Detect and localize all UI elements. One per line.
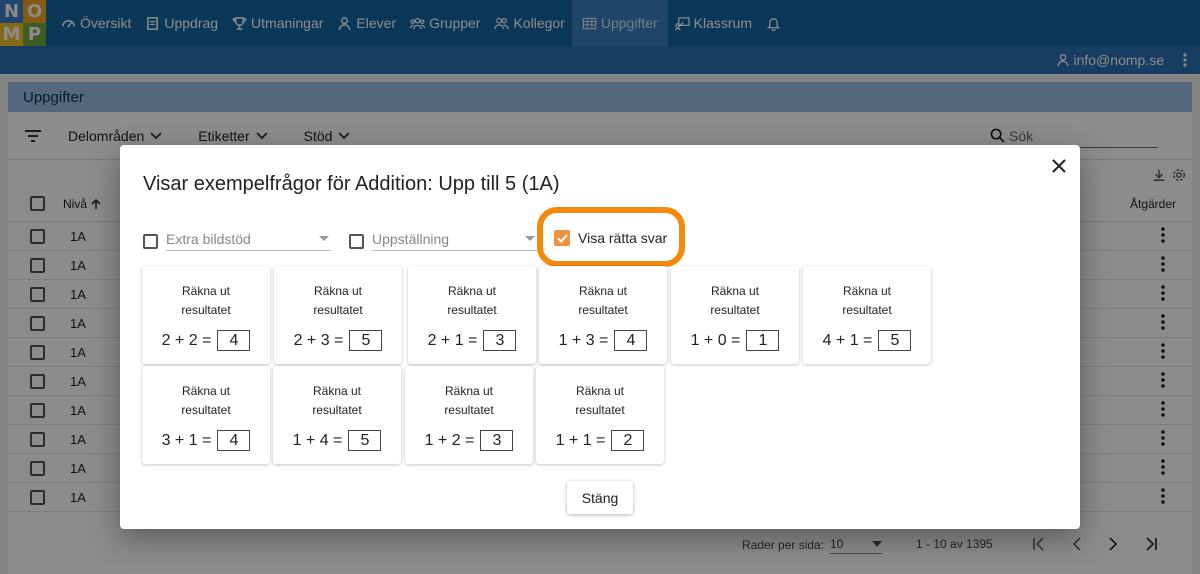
extra-support-option: Extra bildstöd — [143, 227, 331, 251]
answer-box: 3 — [483, 330, 517, 351]
question-line: Räkna ut — [444, 384, 494, 398]
question-card: Räkna ut resultatet 1 + 3 = 4 — [539, 266, 667, 364]
extra-support-select[interactable]: Extra bildstöd — [166, 227, 331, 251]
question-line: resultatet — [444, 403, 494, 417]
layout-option: Uppställning — [349, 227, 537, 251]
equation-expression: 2 + 2 = — [161, 331, 212, 349]
equation: 2 + 2 = 4 — [142, 330, 270, 351]
answer-box: 3 — [480, 430, 514, 451]
question-line: Räkna ut — [710, 284, 760, 298]
question-line: resultatet — [181, 403, 231, 417]
question-text: Räkna ut resultatet — [273, 382, 401, 420]
answer-box: 5 — [349, 330, 383, 351]
question-line: Räkna ut — [312, 384, 362, 398]
answer-box: 5 — [878, 330, 912, 351]
equation: 4 + 1 = 5 — [803, 330, 931, 351]
equation-expression: 1 + 1 = — [555, 431, 606, 449]
question-line: resultatet — [578, 303, 628, 317]
equation: 1 + 3 = 4 — [539, 330, 667, 351]
show-answers-label: Visa rätta svar — [578, 230, 668, 246]
question-card: Räkna ut resultatet 2 + 2 = 4 — [142, 266, 270, 364]
question-text: Räkna ut resultatet — [405, 382, 533, 420]
question-text: Räkna ut resultatet — [803, 282, 931, 320]
answer-box: 5 — [348, 430, 382, 451]
layout-checkbox[interactable] — [349, 234, 364, 249]
question-line: resultatet — [312, 403, 362, 417]
show-answers-option[interactable]: Visa rätta svar — [554, 230, 667, 246]
question-line: resultatet — [447, 303, 497, 317]
question-card: Räkna ut resultatet 2 + 1 = 3 — [408, 266, 536, 364]
question-line: resultatet — [710, 303, 760, 317]
question-line: Räkna ut — [181, 384, 231, 398]
select-placeholder: Uppställning — [372, 230, 450, 247]
question-line: Räkna ut — [842, 284, 892, 298]
show-answers-checkbox[interactable] — [554, 230, 570, 246]
question-card: Räkna ut resultatet 1 + 1 = 2 — [536, 366, 664, 464]
question-card: Räkna ut resultatet 1 + 4 = 5 — [273, 366, 401, 464]
question-line: Räkna ut — [575, 384, 625, 398]
check-icon — [556, 233, 568, 243]
equation-expression: 2 + 3 = — [293, 331, 344, 349]
close-dialog-button[interactable]: Stäng — [567, 481, 633, 514]
dialog-title: Visar exempelfrågor för Addition: Upp ti… — [143, 173, 560, 195]
equation: 2 + 1 = 3 — [408, 330, 536, 351]
question-text: Räkna ut resultatet — [142, 382, 270, 420]
answer-box: 1 — [746, 330, 780, 351]
question-line: resultatet — [575, 403, 625, 417]
question-line: resultatet — [313, 303, 363, 317]
question-text: Räkna ut resultatet — [274, 282, 402, 320]
equation-expression: 2 + 1 = — [427, 331, 478, 349]
equation-expression: 1 + 4 = — [292, 431, 343, 449]
question-text: Räkna ut resultatet — [539, 282, 667, 320]
question-line: Räkna ut — [181, 284, 231, 298]
question-card: Räkna ut resultatet 1 + 2 = 3 — [405, 366, 533, 464]
equation-expression: 1 + 0 = — [690, 331, 741, 349]
answer-box: 4 — [217, 430, 251, 451]
question-line: Räkna ut — [578, 284, 628, 298]
equation: 3 + 1 = 4 — [142, 430, 270, 451]
close-button[interactable] — [1048, 155, 1070, 177]
caret-down-icon — [319, 236, 329, 241]
question-line: Räkna ut — [313, 284, 363, 298]
equation: 2 + 3 = 5 — [274, 330, 402, 351]
question-card: Räkna ut resultatet 3 + 1 = 4 — [142, 366, 270, 464]
question-line: resultatet — [181, 303, 231, 317]
close-icon — [1052, 159, 1066, 173]
equation-expression: 4 + 1 = — [822, 331, 873, 349]
question-text: Räkna ut resultatet — [536, 382, 664, 420]
question-card: Räkna ut resultatet 4 + 1 = 5 — [803, 266, 931, 364]
question-line: Räkna ut — [447, 284, 497, 298]
answer-box: 4 — [217, 330, 251, 351]
question-line: resultatet — [842, 303, 892, 317]
example-questions-dialog: Visar exempelfrågor för Addition: Upp ti… — [120, 145, 1080, 529]
question-text: Räkna ut resultatet — [408, 282, 536, 320]
answer-box: 4 — [614, 330, 648, 351]
equation-expression: 1 + 3 = — [558, 331, 609, 349]
question-text: Räkna ut resultatet — [142, 282, 270, 320]
caret-down-icon — [525, 236, 535, 241]
equation-expression: 3 + 1 = — [161, 431, 212, 449]
layout-select[interactable]: Uppställning — [372, 227, 537, 251]
equation: 1 + 2 = 3 — [405, 430, 533, 451]
equation: 1 + 1 = 2 — [536, 430, 664, 451]
question-card: Räkna ut resultatet 1 + 0 = 1 — [671, 266, 799, 364]
equation: 1 + 0 = 1 — [671, 330, 799, 351]
equation: 1 + 4 = 5 — [273, 430, 401, 451]
question-card: Räkna ut resultatet 2 + 3 = 5 — [274, 266, 402, 364]
select-placeholder: Extra bildstöd — [166, 230, 251, 247]
equation-expression: 1 + 2 = — [424, 431, 475, 449]
extra-support-checkbox[interactable] — [143, 234, 158, 249]
answer-box: 2 — [611, 430, 645, 451]
question-text: Räkna ut resultatet — [671, 282, 799, 320]
